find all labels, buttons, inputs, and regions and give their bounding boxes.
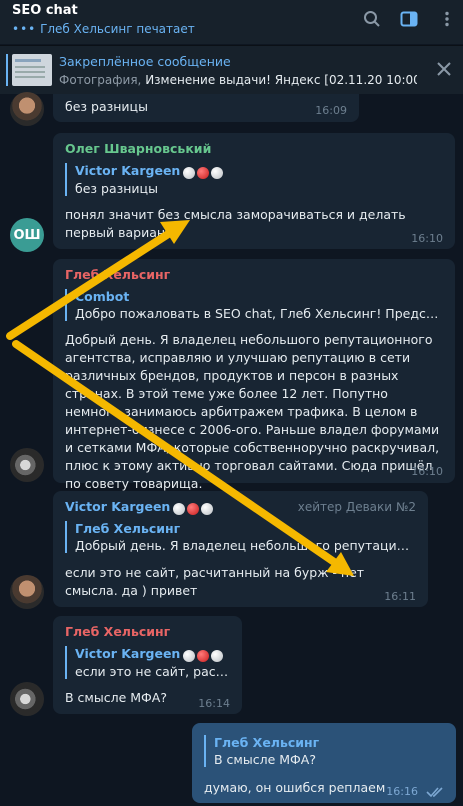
message-time: 16:10 xyxy=(411,232,443,245)
message-bubble[interactable]: Victor Kargeen хейтер Деваки №2 Глеб Хел… xyxy=(53,491,428,607)
reply-text: Добрый день. Я владелец небольшого репут… xyxy=(75,538,415,553)
search-button[interactable] xyxy=(361,8,383,30)
reply-preview[interactable]: Глеб Хельсинг В смысле МФА? xyxy=(204,735,450,767)
avatar[interactable]: ОШ xyxy=(10,218,44,252)
reply-text: если это не сайт, расчи... xyxy=(75,664,233,679)
message-bubble[interactable]: Олег Шварновський Victor Kargeen без раз… xyxy=(53,133,455,249)
avatar-initials: ОШ xyxy=(13,227,41,243)
sender-name[interactable]: Глеб Хельсинг xyxy=(65,624,170,639)
avatar[interactable] xyxy=(10,575,44,609)
reply-author: Combot xyxy=(75,289,130,304)
emoji-badges xyxy=(173,500,215,515)
search-icon xyxy=(364,11,380,27)
reply-author: Глеб Хельсинг xyxy=(75,521,181,536)
reply-text: В смысле МФА? xyxy=(214,752,316,767)
sender-name[interactable]: Глеб Хельсинг xyxy=(65,267,170,282)
reply-author: Глеб Хельсинг xyxy=(214,735,320,750)
double-check-icon xyxy=(426,787,443,798)
message-text: если это не сайт, расчитанный на бурж‌ -… xyxy=(65,565,365,598)
member-badge: хейтер Деваки №2 xyxy=(297,500,416,514)
sender-name[interactable]: Victor Kargeen xyxy=(65,499,215,515)
close-icon xyxy=(437,62,451,76)
chat-header: SEO chat ••• Глеб Хельсинг печатает xyxy=(0,0,463,44)
message-time: 16:16 xyxy=(386,785,418,798)
message-text: В смысле МФА? xyxy=(65,690,167,705)
reply-preview[interactable]: Victor Kargeen без разницы xyxy=(65,163,375,196)
message-bubble-outgoing[interactable]: Глеб Хельсинг В смысле МФА? думаю, он ош… xyxy=(192,723,456,803)
message-bubble[interactable]: Глеб Хельсинг Victor Kargeen если это не… xyxy=(53,616,242,714)
pinned-prefix: Фотография, xyxy=(59,73,146,87)
reply-text: Добро пожаловать в SEO chat, Глеб Хельси… xyxy=(75,306,441,321)
sender-label: Victor Kargeen xyxy=(65,499,171,514)
typing-text: Глеб Хельсинг печатает xyxy=(40,22,195,36)
message-time: 16:10 xyxy=(411,465,443,478)
emoji-badges xyxy=(183,647,225,662)
pinned-thumbnail xyxy=(12,54,52,86)
avatar[interactable] xyxy=(10,92,44,126)
more-vertical-icon xyxy=(445,11,449,27)
sender-name[interactable]: Олег Шварновський xyxy=(65,141,211,156)
sidebar-toggle-icon xyxy=(400,11,418,27)
sidebar-toggle-button[interactable] xyxy=(398,8,420,30)
typing-indicator: ••• Глеб Хельсинг печатает xyxy=(12,22,195,36)
close-pinned-button[interactable] xyxy=(435,60,453,78)
message-text: без разницы xyxy=(65,99,148,114)
emoji-badges xyxy=(183,164,225,179)
typing-dots-icon: ••• xyxy=(12,22,37,36)
message-text: понял значит без смысла заморачиваться и… xyxy=(65,207,406,240)
pinned-title: Закреплённое сообщение xyxy=(59,54,231,69)
pinned-body: Изменение выдачи! Яндекс [02.11.20 10:00… xyxy=(145,73,417,87)
message-time: 16:14 xyxy=(198,697,230,710)
pinned-message[interactable]: Закреплённое сообщение Фотография, Измен… xyxy=(0,45,463,94)
avatar[interactable] xyxy=(10,448,44,482)
message-text: думаю, он ошибся реплаем xyxy=(204,780,386,795)
avatar[interactable] xyxy=(10,682,44,716)
reply-preview[interactable]: Victor Kargeen если это не сайт, расчи..… xyxy=(65,646,233,679)
reply-preview[interactable]: Глеб Хельсинг Добрый день. Я владелец не… xyxy=(65,521,415,553)
pinned-accent-bar xyxy=(6,54,8,86)
pinned-text: Фотография, Изменение выдачи! Яндекс [02… xyxy=(59,73,417,87)
message-text: Добрый день. Я владелец небольшого репут… xyxy=(65,332,440,491)
reply-preview[interactable]: Combot Добро пожаловать в SEO chat, Глеб… xyxy=(65,289,441,321)
chat-title[interactable]: SEO chat xyxy=(12,3,78,18)
reply-text: без разницы xyxy=(75,181,158,196)
reply-author: Victor Kargeen xyxy=(75,646,181,661)
message-time: 16:09 xyxy=(315,104,347,117)
message-bubble[interactable]: Глеб Хельсинг Combot Добро пожаловать в … xyxy=(53,259,455,491)
reply-author: Victor Kargeen xyxy=(75,163,181,178)
message-time: 16:11 xyxy=(384,590,416,603)
message-bubble[interactable]: без разницы 16:09 xyxy=(53,94,359,122)
more-button[interactable] xyxy=(436,8,458,30)
